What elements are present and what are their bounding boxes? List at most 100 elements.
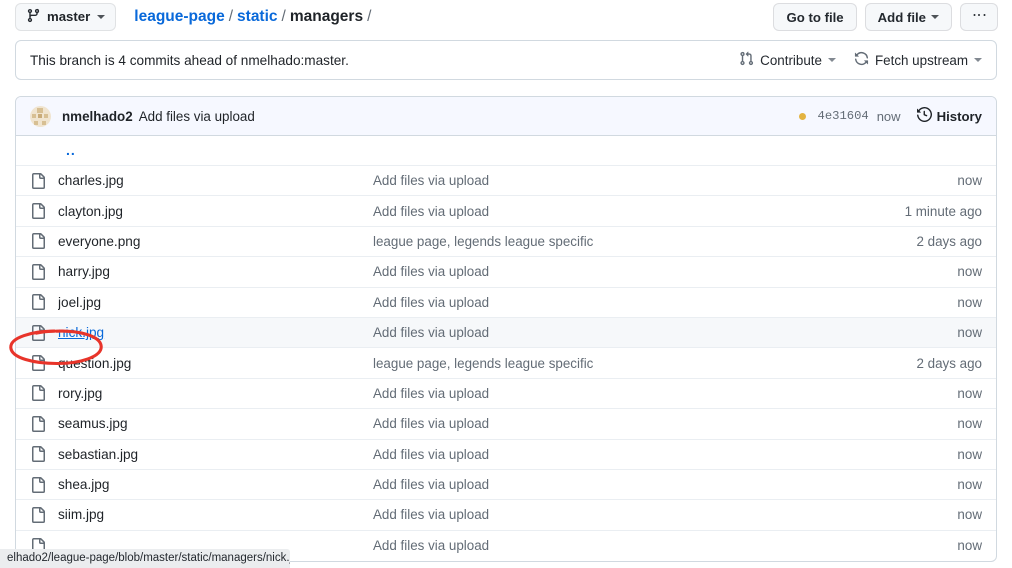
commit-message-cell: Add files via upload xyxy=(373,264,862,279)
table-row[interactable]: rory.jpg Add files via upload now xyxy=(16,379,996,410)
breadcrumb-repo-link[interactable]: league-page xyxy=(134,8,224,26)
commit-message-link[interactable]: Add files via upload xyxy=(373,477,489,492)
table-row[interactable]: seamus.jpg Add files via upload now xyxy=(16,409,996,440)
commit-status-dot[interactable] xyxy=(798,112,806,120)
commit-sha-link[interactable]: 4e31604 xyxy=(818,109,869,123)
file-name-link[interactable]: sebastian.jpg xyxy=(58,447,138,462)
file-name-cell: shea.jpg xyxy=(58,477,373,492)
file-rows: charles.jpg Add files via upload now clayto… xyxy=(16,166,996,561)
branch-status-actions: Contribute Fetch upstream xyxy=(739,51,982,69)
file-name-link[interactable]: nick.jpg xyxy=(58,325,104,340)
commit-message-cell: Add files via upload xyxy=(373,416,862,431)
parent-directory-row[interactable]: .. xyxy=(16,136,996,166)
git-pull-request-icon xyxy=(739,51,754,69)
file-name-cell: seamus.jpg xyxy=(58,416,373,431)
file-icon xyxy=(30,294,58,311)
table-row[interactable]: joel.jpg Add files via upload now xyxy=(16,288,996,318)
table-row[interactable]: sebastian.jpg Add files via upload now xyxy=(16,440,996,470)
parent-directory-link[interactable]: .. xyxy=(58,143,76,158)
file-name-cell: harry.jpg xyxy=(58,264,373,279)
commit-message-link[interactable]: league page, legends league specific xyxy=(373,234,593,249)
commit-message-link[interactable]: Add files via upload xyxy=(373,325,489,340)
commit-time-cell: 2 days ago xyxy=(916,355,982,371)
commit-time-cell: now xyxy=(957,538,982,554)
file-icon xyxy=(30,324,58,341)
history-button[interactable]: History xyxy=(916,106,982,125)
commit-message-link[interactable]: league page, legends league specific xyxy=(373,356,593,371)
file-name-link[interactable]: harry.jpg xyxy=(58,264,110,279)
table-row[interactable]: harry.jpg Add files via upload now xyxy=(16,257,996,288)
file-name-cell: sebastian.jpg xyxy=(58,447,373,462)
file-icon xyxy=(30,203,58,220)
latest-commit-header: nmelhado2 Add files via upload 4e31604 n… xyxy=(16,97,996,136)
table-row[interactable]: charles.jpg Add files via upload now xyxy=(16,166,996,197)
commit-time-cell: now xyxy=(957,416,982,432)
file-name-link[interactable]: siim.jpg xyxy=(58,507,104,522)
chevron-down-icon xyxy=(931,15,939,19)
table-row[interactable]: everyone.png league page, legends league … xyxy=(16,227,996,258)
breadcrumb-current-folder: managers xyxy=(289,7,364,25)
commit-message-link[interactable]: Add files via upload xyxy=(373,538,489,553)
chevron-down-icon xyxy=(827,58,836,62)
file-name-cell: rory.jpg xyxy=(58,386,373,401)
file-name-link[interactable]: question.jpg xyxy=(58,356,131,371)
history-label: History xyxy=(936,108,982,124)
chevron-down-icon xyxy=(97,14,106,19)
commit-message-cell: Add files via upload xyxy=(373,447,862,462)
file-name-link[interactable]: rory.jpg xyxy=(58,386,102,401)
commit-message-link[interactable]: Add files via upload xyxy=(373,264,489,279)
commit-message-link[interactable]: Add files via upload xyxy=(373,295,489,310)
commit-message-link[interactable]: Add files via upload xyxy=(373,386,489,401)
commit-message-link[interactable]: Add files via upload xyxy=(373,507,489,522)
file-name-cell: joel.jpg xyxy=(58,295,373,310)
fetch-upstream-button[interactable]: Fetch upstream xyxy=(854,51,982,69)
file-name-cell: everyone.png xyxy=(58,234,373,249)
file-name-cell: question.jpg xyxy=(58,356,373,371)
file-icon xyxy=(30,415,58,432)
file-name-link[interactable]: everyone.png xyxy=(58,234,140,249)
commit-message-cell: Add files via upload xyxy=(373,173,862,188)
contribute-button[interactable]: Contribute xyxy=(739,51,836,69)
commit-message-link[interactable]: Add files via upload xyxy=(139,109,255,124)
table-row[interactable]: nick.jpg Add files via upload now xyxy=(16,317,996,349)
table-row[interactable]: question.jpg league page, legends league … xyxy=(16,348,996,379)
file-name-cell: nick.jpg xyxy=(58,325,373,340)
file-name-link[interactable]: clayton.jpg xyxy=(58,204,123,219)
file-name-link[interactable]: joel.jpg xyxy=(58,295,101,310)
add-file-button[interactable]: Add file xyxy=(864,3,952,31)
breadcrumb-static-link[interactable]: static xyxy=(237,8,278,26)
file-icon xyxy=(30,172,58,189)
commit-message-link[interactable]: Add files via upload xyxy=(373,447,489,462)
commit-message-cell: Add files via upload xyxy=(373,295,862,310)
file-icon xyxy=(30,446,58,463)
commit-message-link[interactable]: Add files via upload xyxy=(373,416,489,431)
file-name-link[interactable]: charles.jpg xyxy=(58,173,124,188)
commit-time-cell: now xyxy=(957,264,982,280)
file-name-link[interactable]: seamus.jpg xyxy=(58,416,128,431)
commit-author-link[interactable]: nmelhado2 xyxy=(62,109,133,124)
more-options-button[interactable] xyxy=(960,3,998,31)
file-icon xyxy=(30,355,58,372)
file-icon xyxy=(30,506,58,523)
commit-message-link[interactable]: Add files via upload xyxy=(373,204,489,219)
table-row[interactable]: clayton.jpg Add files via upload 1 minute … xyxy=(16,196,996,227)
git-branch-icon xyxy=(26,8,41,26)
file-browser: nmelhado2 Add files via upload 4e31604 n… xyxy=(15,96,997,563)
breadcrumb-trailing-slash: / xyxy=(367,7,372,25)
file-name-cell: charles.jpg xyxy=(58,173,373,188)
breadcrumb-separator: / xyxy=(228,7,234,25)
commit-message-link[interactable]: Add files via upload xyxy=(373,173,489,188)
browser-status-bar-url: elhado2/league-page/blob/master/static/m… xyxy=(0,549,290,568)
commit-time-cell: now xyxy=(957,507,982,523)
chevron-down-icon xyxy=(974,58,982,62)
commit-message-cell: Add files via upload xyxy=(373,325,862,340)
go-to-file-button[interactable]: Go to file xyxy=(773,3,857,31)
branch-selector-button[interactable]: master xyxy=(15,2,117,31)
table-row[interactable]: siim.jpg Add files via upload now xyxy=(16,500,996,531)
file-icon xyxy=(30,385,58,402)
file-name-cell: clayton.jpg xyxy=(58,204,373,219)
table-row[interactable]: shea.jpg Add files via upload now xyxy=(16,470,996,501)
file-name-link[interactable]: shea.jpg xyxy=(58,477,109,492)
commit-message-cell: league page, legends league specific xyxy=(373,356,862,371)
avatar xyxy=(30,105,51,127)
